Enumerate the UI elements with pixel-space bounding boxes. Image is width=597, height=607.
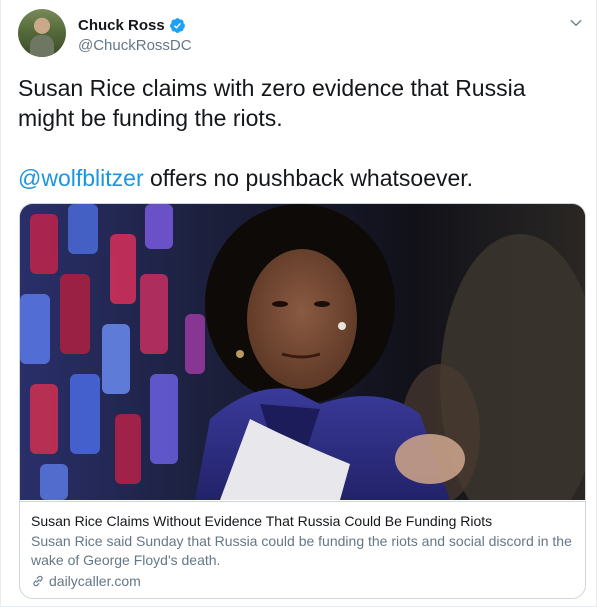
link-card[interactable]: Susan Rice Claims Without Evidence That …: [19, 203, 586, 599]
link-icon: [33, 575, 43, 587]
avatar[interactable]: [18, 9, 66, 57]
card-photo: [20, 204, 585, 500]
card-domain-row: dailycaller.com: [31, 572, 574, 590]
author-handle[interactable]: @ChuckRossDC: [78, 37, 192, 54]
tweet-line-2-text: offers no pushback whatsoever.: [143, 165, 474, 191]
author-display-name[interactable]: Chuck Ross: [78, 17, 165, 34]
author-block[interactable]: Chuck Ross @ChuckRossDC: [78, 15, 192, 55]
card-domain: dailycaller.com: [49, 573, 141, 589]
tweet-line-2: @wolfblitzer offers no pushback whatsoev…: [18, 163, 588, 193]
card-description: Susan Rice said Sunday that Russia could…: [31, 533, 572, 568]
card-image[interactable]: [20, 204, 585, 500]
tweet-header: Chuck Ross @ChuckRossDC: [18, 9, 584, 61]
card-meta: Susan Rice Claims Without Evidence That …: [20, 501, 585, 598]
tweet-text: Susan Rice claims with zero evidence tha…: [18, 73, 588, 193]
tweet-line-1: Susan Rice claims with zero evidence tha…: [18, 75, 526, 131]
avatar-figure: [30, 35, 54, 57]
mention-link[interactable]: @wolfblitzer: [18, 165, 144, 191]
chevron-down-icon[interactable]: [568, 15, 584, 31]
name-row: Chuck Ross: [78, 15, 192, 35]
verified-badge-icon: [169, 17, 185, 33]
card-title[interactable]: Susan Rice Claims Without Evidence That …: [31, 512, 574, 530]
tweet[interactable]: Chuck Ross @ChuckRossDC Susan Rice claim…: [0, 0, 597, 607]
